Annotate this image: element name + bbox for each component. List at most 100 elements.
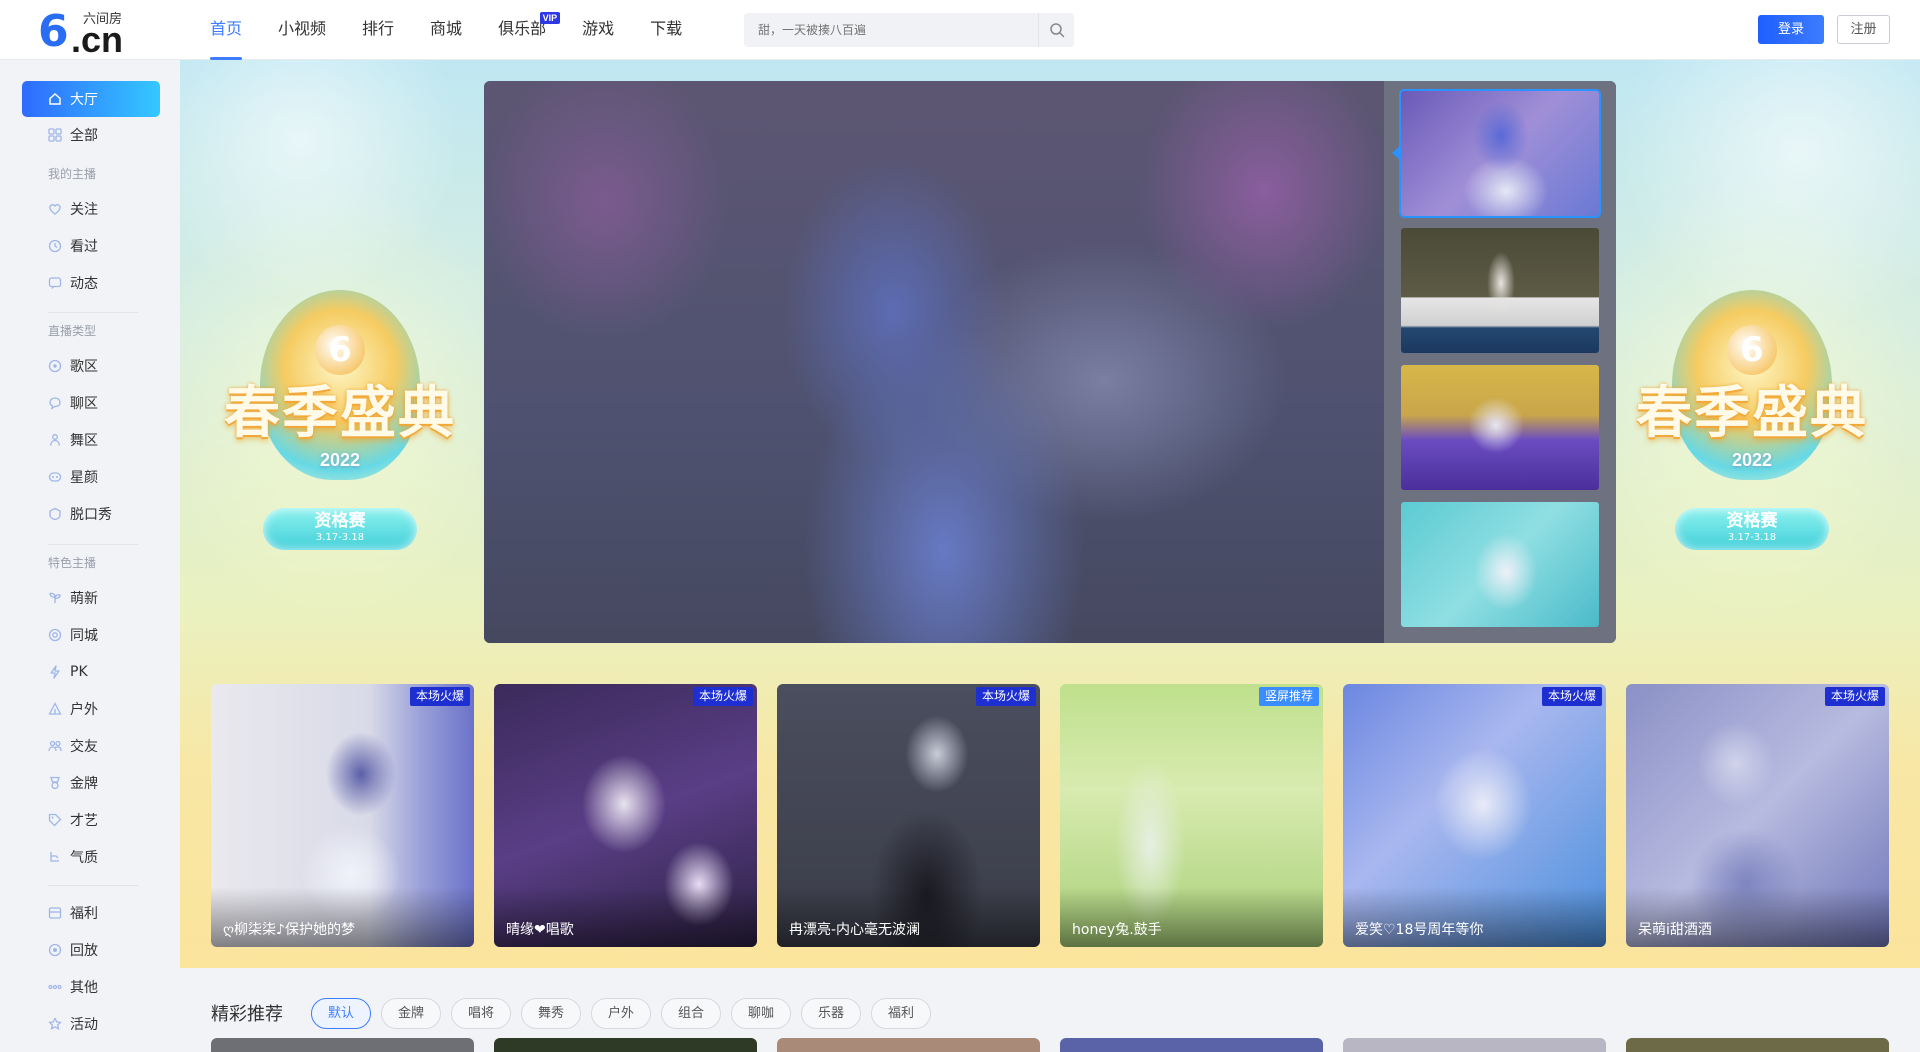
event-title: 春季盛典 xyxy=(224,381,456,446)
filter-chip-chat[interactable]: 聊咖 xyxy=(731,998,791,1029)
filter-chip-instrument[interactable]: 乐器 xyxy=(801,998,861,1029)
nav-label: 首页 xyxy=(210,19,243,38)
main-nav: 首页 小视频 排行 商城 俱乐部 VIP 游戏 下载 xyxy=(210,0,718,60)
sidebar-item-label: 脱口秀 xyxy=(70,507,112,523)
sidebar-item-temperament[interactable]: 气质 xyxy=(22,839,160,875)
sidebar-item-chat[interactable]: 聊区 xyxy=(22,385,160,421)
sidebar-item-all[interactable]: 全部 xyxy=(22,117,160,153)
nav-ranking[interactable]: 排行 xyxy=(362,0,394,60)
stream-badge: 竖屏推荐 xyxy=(1258,687,1319,706)
sidebar-item-dance[interactable]: 舞区 xyxy=(22,422,160,458)
recommend-title: 精彩推荐 xyxy=(211,1004,283,1025)
nav-home[interactable]: 首页 xyxy=(210,0,243,60)
filter-chip-outdoor[interactable]: 户外 xyxy=(591,998,651,1029)
stream-card[interactable]: 本场火爆 冉漂亮-内心毫无波澜 xyxy=(777,684,1040,947)
lightning-icon xyxy=(48,665,62,679)
stream-card[interactable]: 本场火爆 晴缘❤唱歌 xyxy=(494,684,757,947)
filter-chip-gold[interactable]: 金牌 xyxy=(381,998,441,1029)
recommend-card-peek[interactable] xyxy=(211,1038,474,1052)
event-dates: 3.17-3.18 xyxy=(315,532,365,543)
sidebar-item-talkshow[interactable]: 脱口秀 xyxy=(22,496,160,532)
sidebar-item-talent[interactable]: 才艺 xyxy=(22,802,160,838)
player-thumbnail-list xyxy=(1384,81,1616,643)
nav-short-video[interactable]: 小视频 xyxy=(278,0,326,60)
player-thumbnail[interactable] xyxy=(1401,228,1599,353)
sidebar-item-label: 星颜 xyxy=(70,470,98,486)
sidebar-item-label: 萌新 xyxy=(70,591,98,607)
live-video[interactable] xyxy=(484,81,1384,643)
home-icon xyxy=(48,92,62,106)
filter-chip-group[interactable]: 组合 xyxy=(661,998,721,1029)
player-thumbnail[interactable] xyxy=(1401,502,1599,627)
sidebar-item-other[interactable]: 其他 xyxy=(22,969,160,1005)
nav-download[interactable]: 下载 xyxy=(650,0,682,60)
sidebar-item-local[interactable]: 同城 xyxy=(22,617,160,653)
nav-mall[interactable]: 商城 xyxy=(430,0,462,60)
sidebar-item-outdoor[interactable]: 户外 xyxy=(22,691,160,727)
stream-card[interactable]: 本场火爆 ღ柳柒柒♪保护她的梦 xyxy=(211,684,474,947)
filter-chip-default[interactable]: 默认 xyxy=(311,998,371,1029)
sprout-icon xyxy=(48,591,62,605)
thumbnail-image xyxy=(1401,91,1599,216)
sidebar-divider xyxy=(48,544,138,545)
stream-title: 爱笑♡18号周年等你 xyxy=(1355,922,1484,938)
recommend-card-peek[interactable] xyxy=(1626,1038,1889,1052)
sidebar-item-replay[interactable]: 回放 xyxy=(22,932,160,968)
sidebar-item-label: 交友 xyxy=(70,739,98,755)
grid-icon xyxy=(48,128,62,142)
event-emblem-left[interactable]: 6 春季盛典 2022 资格赛 3.17-3.18 xyxy=(205,290,475,560)
event-emblem-right[interactable]: 6 春季盛典 2022 资格赛 3.17-3.18 xyxy=(1617,290,1887,560)
filter-chip-welfare[interactable]: 福利 xyxy=(871,998,931,1029)
sidebar-item-pk[interactable]: PK xyxy=(22,654,160,690)
sidebar-item-newbie[interactable]: 萌新 xyxy=(22,580,160,616)
outdoor-icon xyxy=(48,702,62,716)
sidebar-item-events[interactable]: 活动 xyxy=(22,1006,160,1042)
site-logo[interactable]: 6 .cn 六间房 xyxy=(38,8,128,58)
heart-icon xyxy=(48,202,62,216)
nav-club[interactable]: 俱乐部 VIP xyxy=(498,0,561,60)
search-button[interactable] xyxy=(1038,13,1074,47)
sidebar-item-label: PK xyxy=(70,664,88,680)
search-input[interactable] xyxy=(744,13,1038,47)
clock-icon xyxy=(48,239,62,253)
sidebar-item-friends[interactable]: 交友 xyxy=(22,728,160,764)
stream-card[interactable]: 本场火爆 呆萌i甜酒酒 xyxy=(1626,684,1889,947)
sidebar-item-hall[interactable]: 大厅 xyxy=(22,81,160,117)
player-thumbnail[interactable] xyxy=(1399,89,1601,218)
star-face-icon xyxy=(48,470,62,484)
event-dates: 3.17-3.18 xyxy=(1727,532,1777,543)
event-stage-button[interactable]: 资格赛 3.17-3.18 xyxy=(1675,508,1829,550)
filter-chip-singer[interactable]: 唱将 xyxy=(451,998,511,1029)
sidebar-item-history[interactable]: 看过 xyxy=(22,228,160,264)
stream-title: honey兔.鼓手 xyxy=(1072,922,1162,938)
sidebar-item-label: 气质 xyxy=(70,850,98,866)
stream-card[interactable]: 竖屏推荐 honey兔.鼓手 xyxy=(1060,684,1323,947)
filter-chip-dance[interactable]: 舞秀 xyxy=(521,998,581,1029)
event-stage-button[interactable]: 资格赛 3.17-3.18 xyxy=(263,508,417,550)
search-box xyxy=(744,13,1074,47)
recommend-card-peek[interactable] xyxy=(494,1038,757,1052)
sidebar-item-welfare[interactable]: 福利 xyxy=(22,895,160,931)
login-button[interactable]: 登录 xyxy=(1758,15,1824,44)
sidebar-item-feed[interactable]: 动态 xyxy=(22,265,160,301)
register-button[interactable]: 注册 xyxy=(1837,15,1890,44)
sidebar-item-music[interactable]: 歌区 xyxy=(22,348,160,384)
sidebar: 大厅 全部 我的主播 关注 看过 动态 直播类型 歌区 聊区 舞区 星颜 脱口秀… xyxy=(0,60,180,1052)
recommend-card-peek[interactable] xyxy=(777,1038,1040,1052)
recommend-card-peek[interactable] xyxy=(1060,1038,1323,1052)
sidebar-item-gold[interactable]: 金牌 xyxy=(22,765,160,801)
player-thumbnail[interactable] xyxy=(1401,365,1599,490)
sidebar-item-star-face[interactable]: 星颜 xyxy=(22,459,160,495)
event-year: 2022 xyxy=(319,450,361,470)
nav-label: 游戏 xyxy=(582,19,615,38)
nav-games[interactable]: 游戏 xyxy=(582,0,614,60)
stream-card[interactable]: 本场火爆 爱笑♡18号周年等你 xyxy=(1343,684,1606,947)
sidebar-item-label: 回放 xyxy=(70,943,98,959)
replay-icon xyxy=(48,943,62,957)
sidebar-item-follow[interactable]: 关注 xyxy=(22,191,160,227)
sidebar-item-label: 户外 xyxy=(70,702,98,718)
recommend-card-peek[interactable] xyxy=(1343,1038,1606,1052)
stream-title: 冉漂亮-内心毫无波澜 xyxy=(789,922,921,938)
stream-badge: 本场火爆 xyxy=(692,687,753,706)
nav-label: 小视频 xyxy=(278,19,327,38)
